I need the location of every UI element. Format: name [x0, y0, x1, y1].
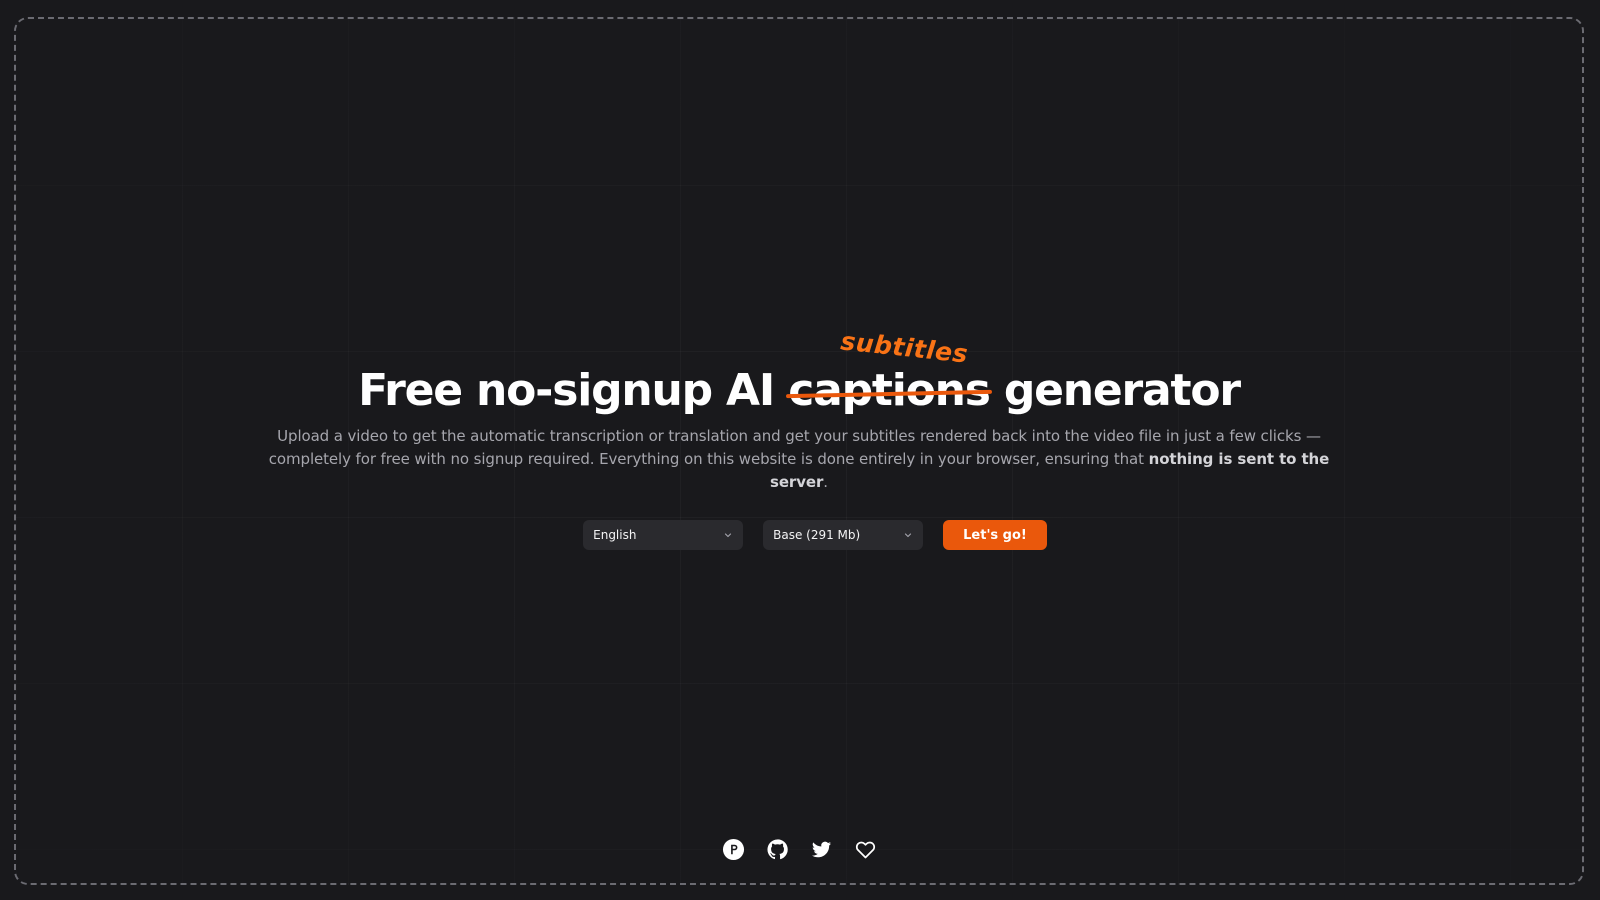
model-select-value: Base (291 Mb): [773, 528, 861, 542]
title-struck-word: captions: [788, 365, 991, 416]
twitter-link[interactable]: [809, 837, 833, 861]
dashed-frame: Free no-signup AI captions subtitles gene…: [14, 17, 1584, 885]
chevron-down-icon: [903, 530, 913, 540]
github-link[interactable]: [765, 837, 789, 861]
language-select[interactable]: English: [583, 520, 744, 550]
heart-icon: [855, 841, 875, 858]
twitter-icon: [811, 841, 831, 857]
description-end: .: [823, 473, 828, 491]
title-replacement-word: subtitles: [839, 326, 970, 369]
page-title: Free no-signup AI captions subtitles gene…: [358, 326, 1241, 416]
title-strike-group: captions subtitles: [788, 326, 991, 413]
controls-row: English Base (291 Mb) Let's go!: [32, 520, 1582, 550]
lets-go-button[interactable]: Let's go!: [943, 520, 1047, 550]
model-select[interactable]: Base (291 Mb): [763, 520, 924, 550]
product-hunt-link[interactable]: [721, 837, 745, 861]
language-select-value: English: [593, 528, 637, 542]
chevron-down-icon: [723, 530, 733, 540]
title-before: Free no-signup AI: [358, 365, 789, 416]
title-after: generator: [989, 365, 1241, 416]
hero-description: Upload a video to get the automatic tran…: [254, 425, 1344, 494]
footer-links: [16, 837, 1582, 861]
sponsor-link[interactable]: [853, 837, 877, 861]
github-icon: [766, 838, 788, 859]
hero-section: Free no-signup AI captions subtitles gene…: [16, 326, 1582, 550]
product-hunt-icon: [722, 838, 744, 860]
